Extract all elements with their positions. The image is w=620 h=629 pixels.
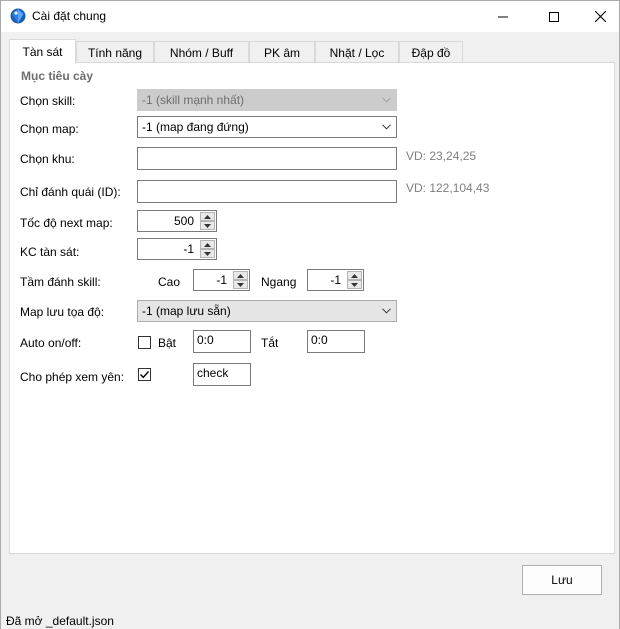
checkmark-icon <box>140 371 150 379</box>
tab-tan-sat[interactable]: Tàn sát <box>9 39 76 64</box>
spin-up-icon[interactable] <box>200 240 215 249</box>
status-bar: Đã mở _default.json <box>1 610 619 629</box>
auto-on-checkbox[interactable] <box>138 336 151 349</box>
map-select[interactable]: -1 (map đang đứng) <box>137 116 397 138</box>
status-text: Đã mở _default.json <box>6 614 114 628</box>
spin-down-icon[interactable] <box>200 249 215 258</box>
chevron-down-icon <box>379 117 393 137</box>
skill-range-horizontal-stepper[interactable]: -1 <box>307 269 364 291</box>
maximize-icon <box>549 11 559 22</box>
chevron-down-icon <box>379 301 393 321</box>
tab-nhom-buff[interactable]: Nhóm / Buff <box>154 41 249 63</box>
view-mount-checkbox[interactable] <box>138 368 151 381</box>
tab-nhat-loc[interactable]: Nhặt / Lọc <box>315 41 399 63</box>
close-icon <box>594 11 606 22</box>
tab-dap-do[interactable]: Đập đồ <box>399 41 463 63</box>
window-title: Cài đặt chung <box>32 9 107 23</box>
save-coords-map-label: Map lưu tọa độ: <box>20 305 105 319</box>
close-button[interactable] <box>577 1 620 32</box>
chevron-down-icon <box>379 90 393 110</box>
map-label: Chọn map: <box>20 122 79 136</box>
title-bar[interactable]: Cài đặt chung <box>1 1 619 32</box>
tab-panel: Mục tiêu cày Chọn skill: -1 (skill mạnh … <box>9 62 615 554</box>
settings-window: Cài đặt chung Tàn sát Tính năng Nhóm / B… <box>0 0 620 629</box>
zone-input[interactable] <box>137 147 397 170</box>
spin-up-icon[interactable] <box>233 271 248 280</box>
kill-distance-label: KC tàn sát: <box>20 245 80 259</box>
auto-label: Auto on/off: <box>20 336 82 350</box>
spin-down-icon[interactable] <box>200 221 215 230</box>
spin-up-icon[interactable] <box>200 212 215 221</box>
app-logo-icon <box>10 8 26 24</box>
next-map-speed-stepper[interactable]: 500 <box>137 210 217 232</box>
save-button[interactable]: Lưu <box>522 565 602 595</box>
minimize-icon <box>498 16 508 17</box>
tab-strip: Tàn sát Tính năng Nhóm / Buff PK âm Nhặt… <box>9 39 615 64</box>
view-mount-input[interactable]: check <box>193 363 251 386</box>
maximize-button[interactable] <box>531 1 577 32</box>
monster-label: Chỉ đánh quái (ID): <box>20 185 121 199</box>
skill-select[interactable]: -1 (skill mạnh nhất) <box>137 89 397 111</box>
zone-hint: VD: 23,24,25 <box>406 149 477 163</box>
save-coords-map-select[interactable]: -1 (map lưu sẵn) <box>137 300 397 322</box>
next-map-speed-label: Tốc độ next map: <box>20 216 113 230</box>
minimize-button[interactable] <box>480 1 526 32</box>
auto-off-time-input[interactable]: 0:0 <box>307 330 365 353</box>
spin-down-icon[interactable] <box>233 280 248 289</box>
skill-range-horizontal-label: Ngang <box>261 275 297 289</box>
kill-distance-stepper[interactable]: -1 <box>137 238 217 260</box>
skill-label: Chọn skill: <box>20 94 76 108</box>
auto-off-label: Tắt <box>261 336 279 350</box>
skill-range-high-label: Cao <box>158 275 181 289</box>
tab-pk-am[interactable]: PK âm <box>249 41 315 63</box>
group-title: Mục tiêu cày <box>21 69 94 83</box>
skill-range-label: Tầm đánh skill: <box>20 275 101 289</box>
tab-tinh-nang[interactable]: Tính năng <box>76 41 154 63</box>
monster-id-input[interactable] <box>137 180 397 203</box>
spin-up-icon[interactable] <box>347 271 362 280</box>
auto-on-time-input[interactable]: 0:0 <box>193 330 251 353</box>
zone-label: Chọn khu: <box>20 152 75 166</box>
view-mount-label: Cho phép xem yên: <box>20 370 125 384</box>
spin-down-icon[interactable] <box>347 280 362 289</box>
skill-range-high-stepper[interactable]: -1 <box>193 269 250 291</box>
auto-on-label: Bật <box>158 336 177 350</box>
monster-hint: VD: 122,104,43 <box>406 181 490 195</box>
